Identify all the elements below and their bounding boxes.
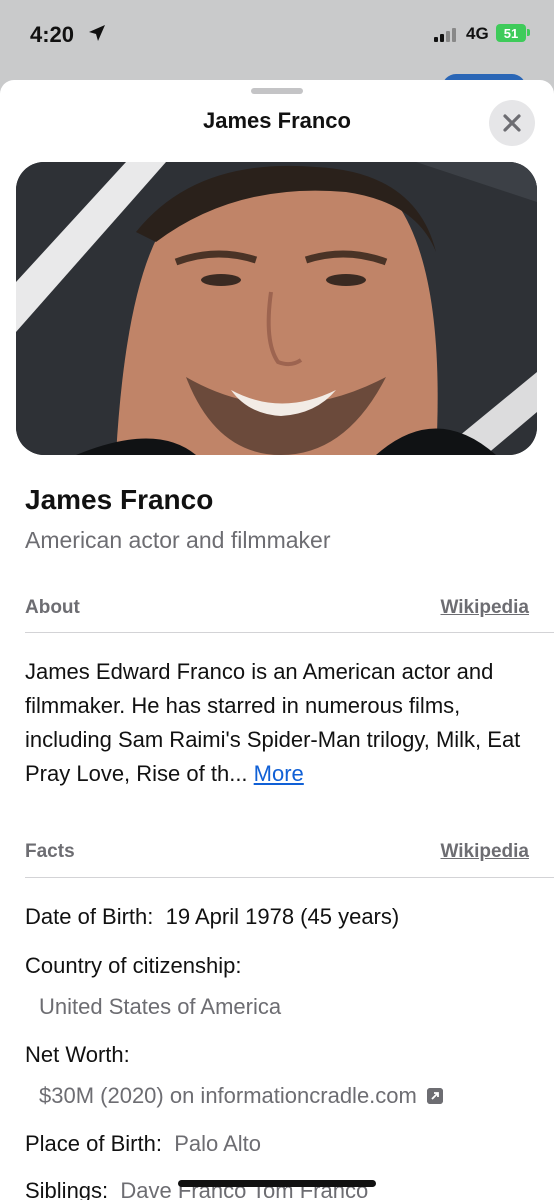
fact-value[interactable]: Palo Alto [174, 1131, 261, 1156]
fact-net-worth-value[interactable]: $30M (2020) on informationcradle.com [39, 1083, 443, 1109]
battery-icon: 51 [496, 24, 526, 42]
status-bar: 4:20 4G 51 [0, 0, 554, 78]
about-heading: About [25, 597, 80, 618]
facts-wikipedia-link[interactable]: Wikipedia [440, 841, 529, 863]
facts-header: Facts Wikipedia [25, 841, 529, 863]
fact-place-of-birth: Place of Birth: Palo Alto [25, 1131, 261, 1157]
fact-net-worth-label: Net Worth: [25, 1042, 130, 1067]
fact-citizenship-value[interactable]: United States of America [39, 994, 281, 1020]
external-link-icon [426, 1088, 443, 1104]
home-indicator [178, 1180, 376, 1187]
entity-description: American actor and filmmaker [25, 527, 331, 553]
fact-date-of-birth: Date of Birth: 19 April 1978 (45 years) [25, 904, 399, 930]
sheet-title: James Franco [203, 108, 351, 133]
more-link[interactable]: More [254, 761, 304, 786]
location-arrow-icon [89, 25, 105, 41]
fact-citizenship-label: Country of citizenship: [25, 953, 242, 978]
fact-value: 19 April 1978 (45 years) [165, 904, 400, 929]
portrait-photo[interactable] [16, 162, 537, 455]
about-header: About Wikipedia [25, 597, 529, 619]
about-wikipedia-link[interactable]: Wikipedia [440, 597, 529, 619]
status-time: 4:20 [30, 22, 75, 47]
close-button[interactable] [489, 100, 535, 146]
about-summary: James Edward Franco is an American actor… [25, 655, 530, 791]
divider [25, 877, 554, 878]
battery-level: 51 [503, 25, 519, 41]
cellular-signal-icon [434, 28, 456, 42]
fact-label: Date of Birth: [25, 904, 154, 929]
fact-label: Place of Birth: [25, 1131, 162, 1156]
sheet-grabber[interactable] [251, 88, 303, 94]
divider [25, 632, 554, 633]
entity-name: James Franco [25, 484, 214, 515]
facts-heading: Facts [25, 841, 75, 862]
network-type: 4G [466, 24, 489, 43]
close-icon [503, 114, 521, 132]
lookup-sheet: James Franco James Franco American actor… [0, 80, 554, 1200]
battery-cap [527, 29, 530, 36]
fact-label: Siblings: [25, 1178, 109, 1200]
fact-value: $30M (2020) on informationcradle.com [39, 1083, 417, 1108]
